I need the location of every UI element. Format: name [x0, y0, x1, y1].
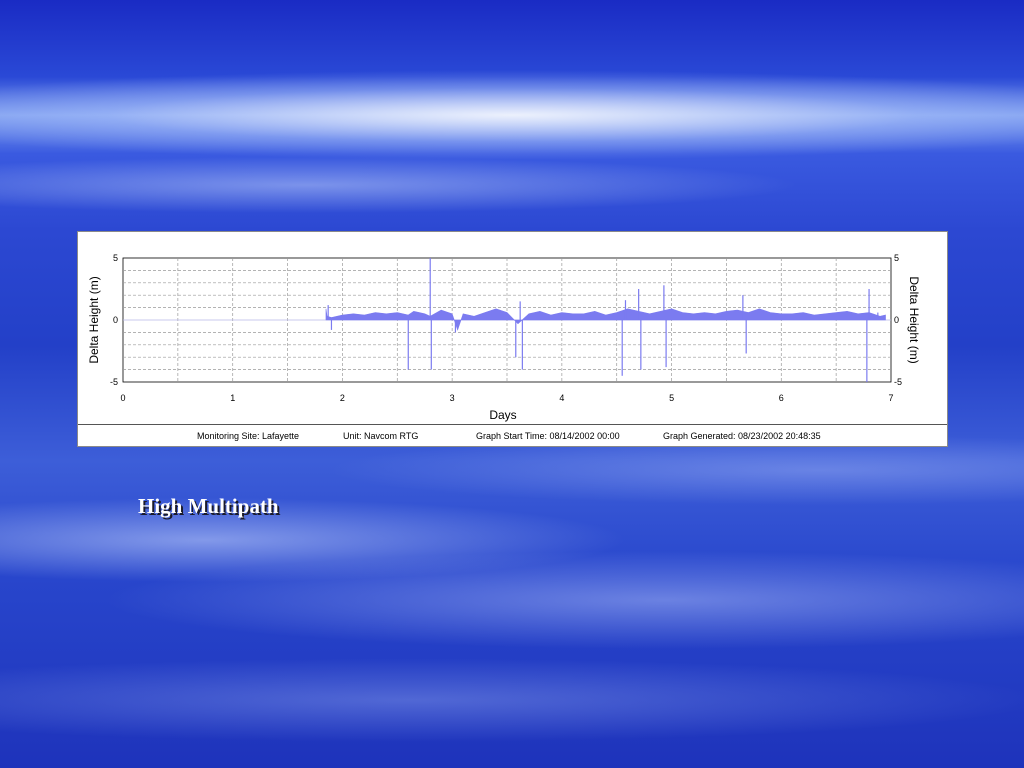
x-tick-label: 5	[669, 393, 674, 403]
monitoring-site-label: Monitoring Site: Lafayette	[197, 431, 300, 441]
x-tick-label: 3	[450, 393, 455, 403]
x-tick-label: 2	[340, 393, 345, 403]
y-axis-title-left: Delta Height (m)	[87, 276, 101, 363]
graph-start-time-label: Graph Start Time: 08/14/2002 00:00	[476, 431, 620, 441]
y-tick-label-right: 0	[894, 315, 899, 325]
x-axis-title: Days	[489, 408, 516, 422]
x-tick-label: 1	[230, 393, 235, 403]
y-tick-label-right: 5	[894, 253, 899, 263]
y-tick-label-right: -5	[894, 377, 902, 387]
y-tick-label-left: 5	[113, 253, 118, 263]
x-tick-label: 7	[888, 393, 893, 403]
y-axis-title-right: Delta Height (m)	[907, 276, 921, 363]
y-tick-label-left: -5	[110, 377, 118, 387]
delta-height-chart: 0 1 2 3 4 5 6 75 50 0-5 -5 Days Delta Height (m) D…	[87, 253, 921, 422]
x-tick-label: 6	[779, 393, 784, 403]
slide-title: High Multipath	[138, 494, 279, 518]
y-tick-label-left: 0	[113, 315, 118, 325]
unit-label: Unit: Navcom RTG	[343, 431, 419, 441]
x-tick-label: 0	[120, 393, 125, 403]
graph-generated-label: Graph Generated: 08/23/2002 20:48:35	[663, 431, 821, 441]
chart-footer: Monitoring Site: Lafayette Unit: Navcom …	[78, 424, 947, 447]
chart-panel: 0 1 2 3 4 5 6 7 5 5 0 0 -5 -5 Days Delta Height (m) D…	[77, 231, 948, 447]
x-tick-label: 4	[559, 393, 564, 403]
